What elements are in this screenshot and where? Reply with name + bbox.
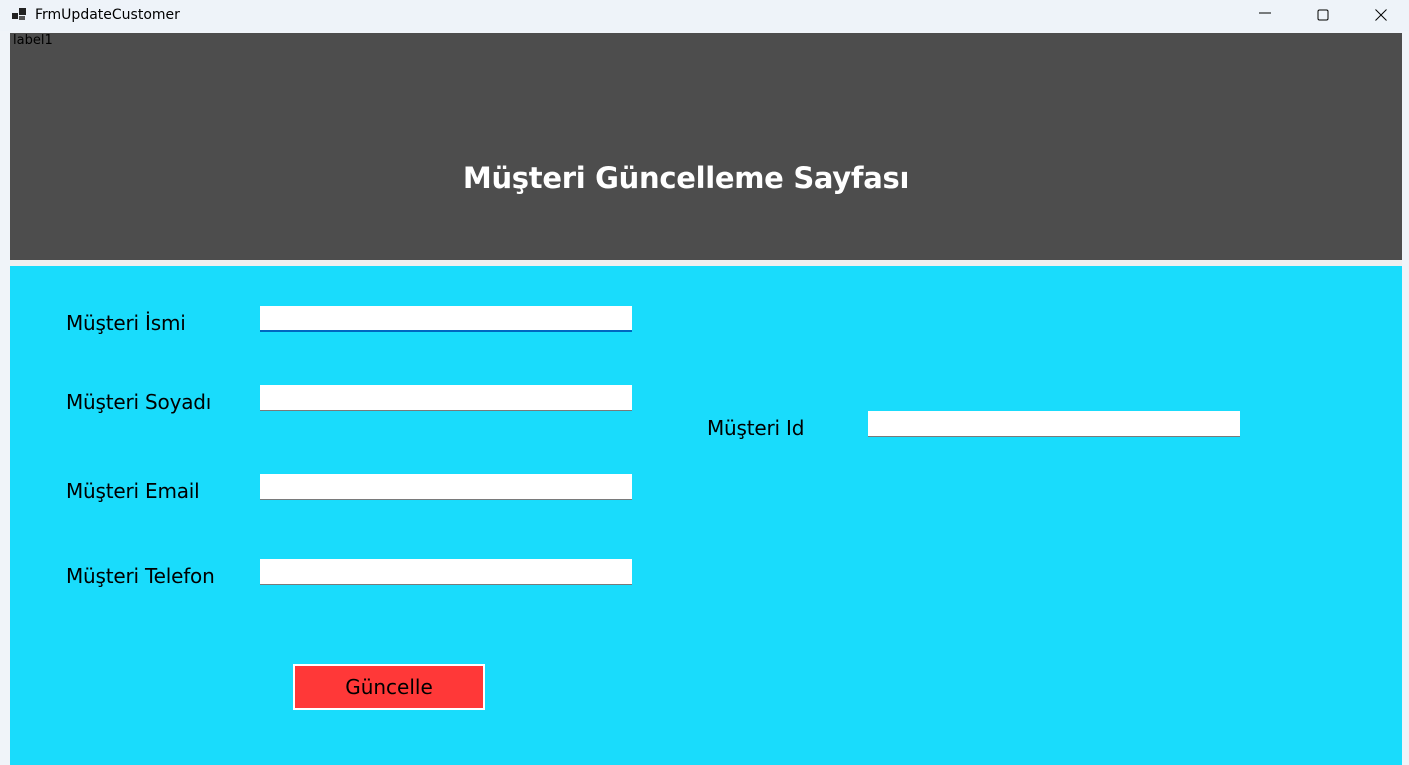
page-title: Müşteri Güncelleme Sayfası bbox=[462, 161, 910, 195]
customer-id-input[interactable] bbox=[868, 411, 1240, 437]
customer-name-label: Müşteri İsmi bbox=[66, 311, 186, 335]
customer-phone-label: Müşteri Telefon bbox=[66, 564, 215, 588]
maximize-icon bbox=[1317, 9, 1329, 21]
customer-email-label: Müşteri Email bbox=[66, 479, 200, 503]
form-panel bbox=[10, 266, 1402, 765]
customer-email-input[interactable] bbox=[260, 474, 632, 500]
customer-surname-label: Müşteri Soyadı bbox=[66, 390, 212, 414]
maximize-button[interactable] bbox=[1294, 0, 1352, 31]
header-panel: Müşteri Güncelleme Sayfası bbox=[10, 33, 1402, 260]
customer-name-input[interactable] bbox=[260, 306, 632, 332]
update-button[interactable]: Güncelle bbox=[293, 664, 485, 710]
app-icon bbox=[12, 7, 26, 21]
minimize-button[interactable] bbox=[1236, 0, 1294, 31]
close-button[interactable] bbox=[1352, 0, 1409, 31]
window-title: FrmUpdateCustomer bbox=[35, 7, 180, 23]
customer-phone-input[interactable] bbox=[260, 559, 632, 585]
label1: label1 bbox=[13, 33, 53, 48]
close-icon bbox=[1375, 9, 1387, 21]
customer-id-label: Müşteri Id bbox=[707, 416, 805, 440]
customer-surname-input[interactable] bbox=[260, 385, 632, 411]
minimize-icon bbox=[1259, 12, 1271, 14]
window-titlebar[interactable]: FrmUpdateCustomer bbox=[0, 0, 1409, 31]
